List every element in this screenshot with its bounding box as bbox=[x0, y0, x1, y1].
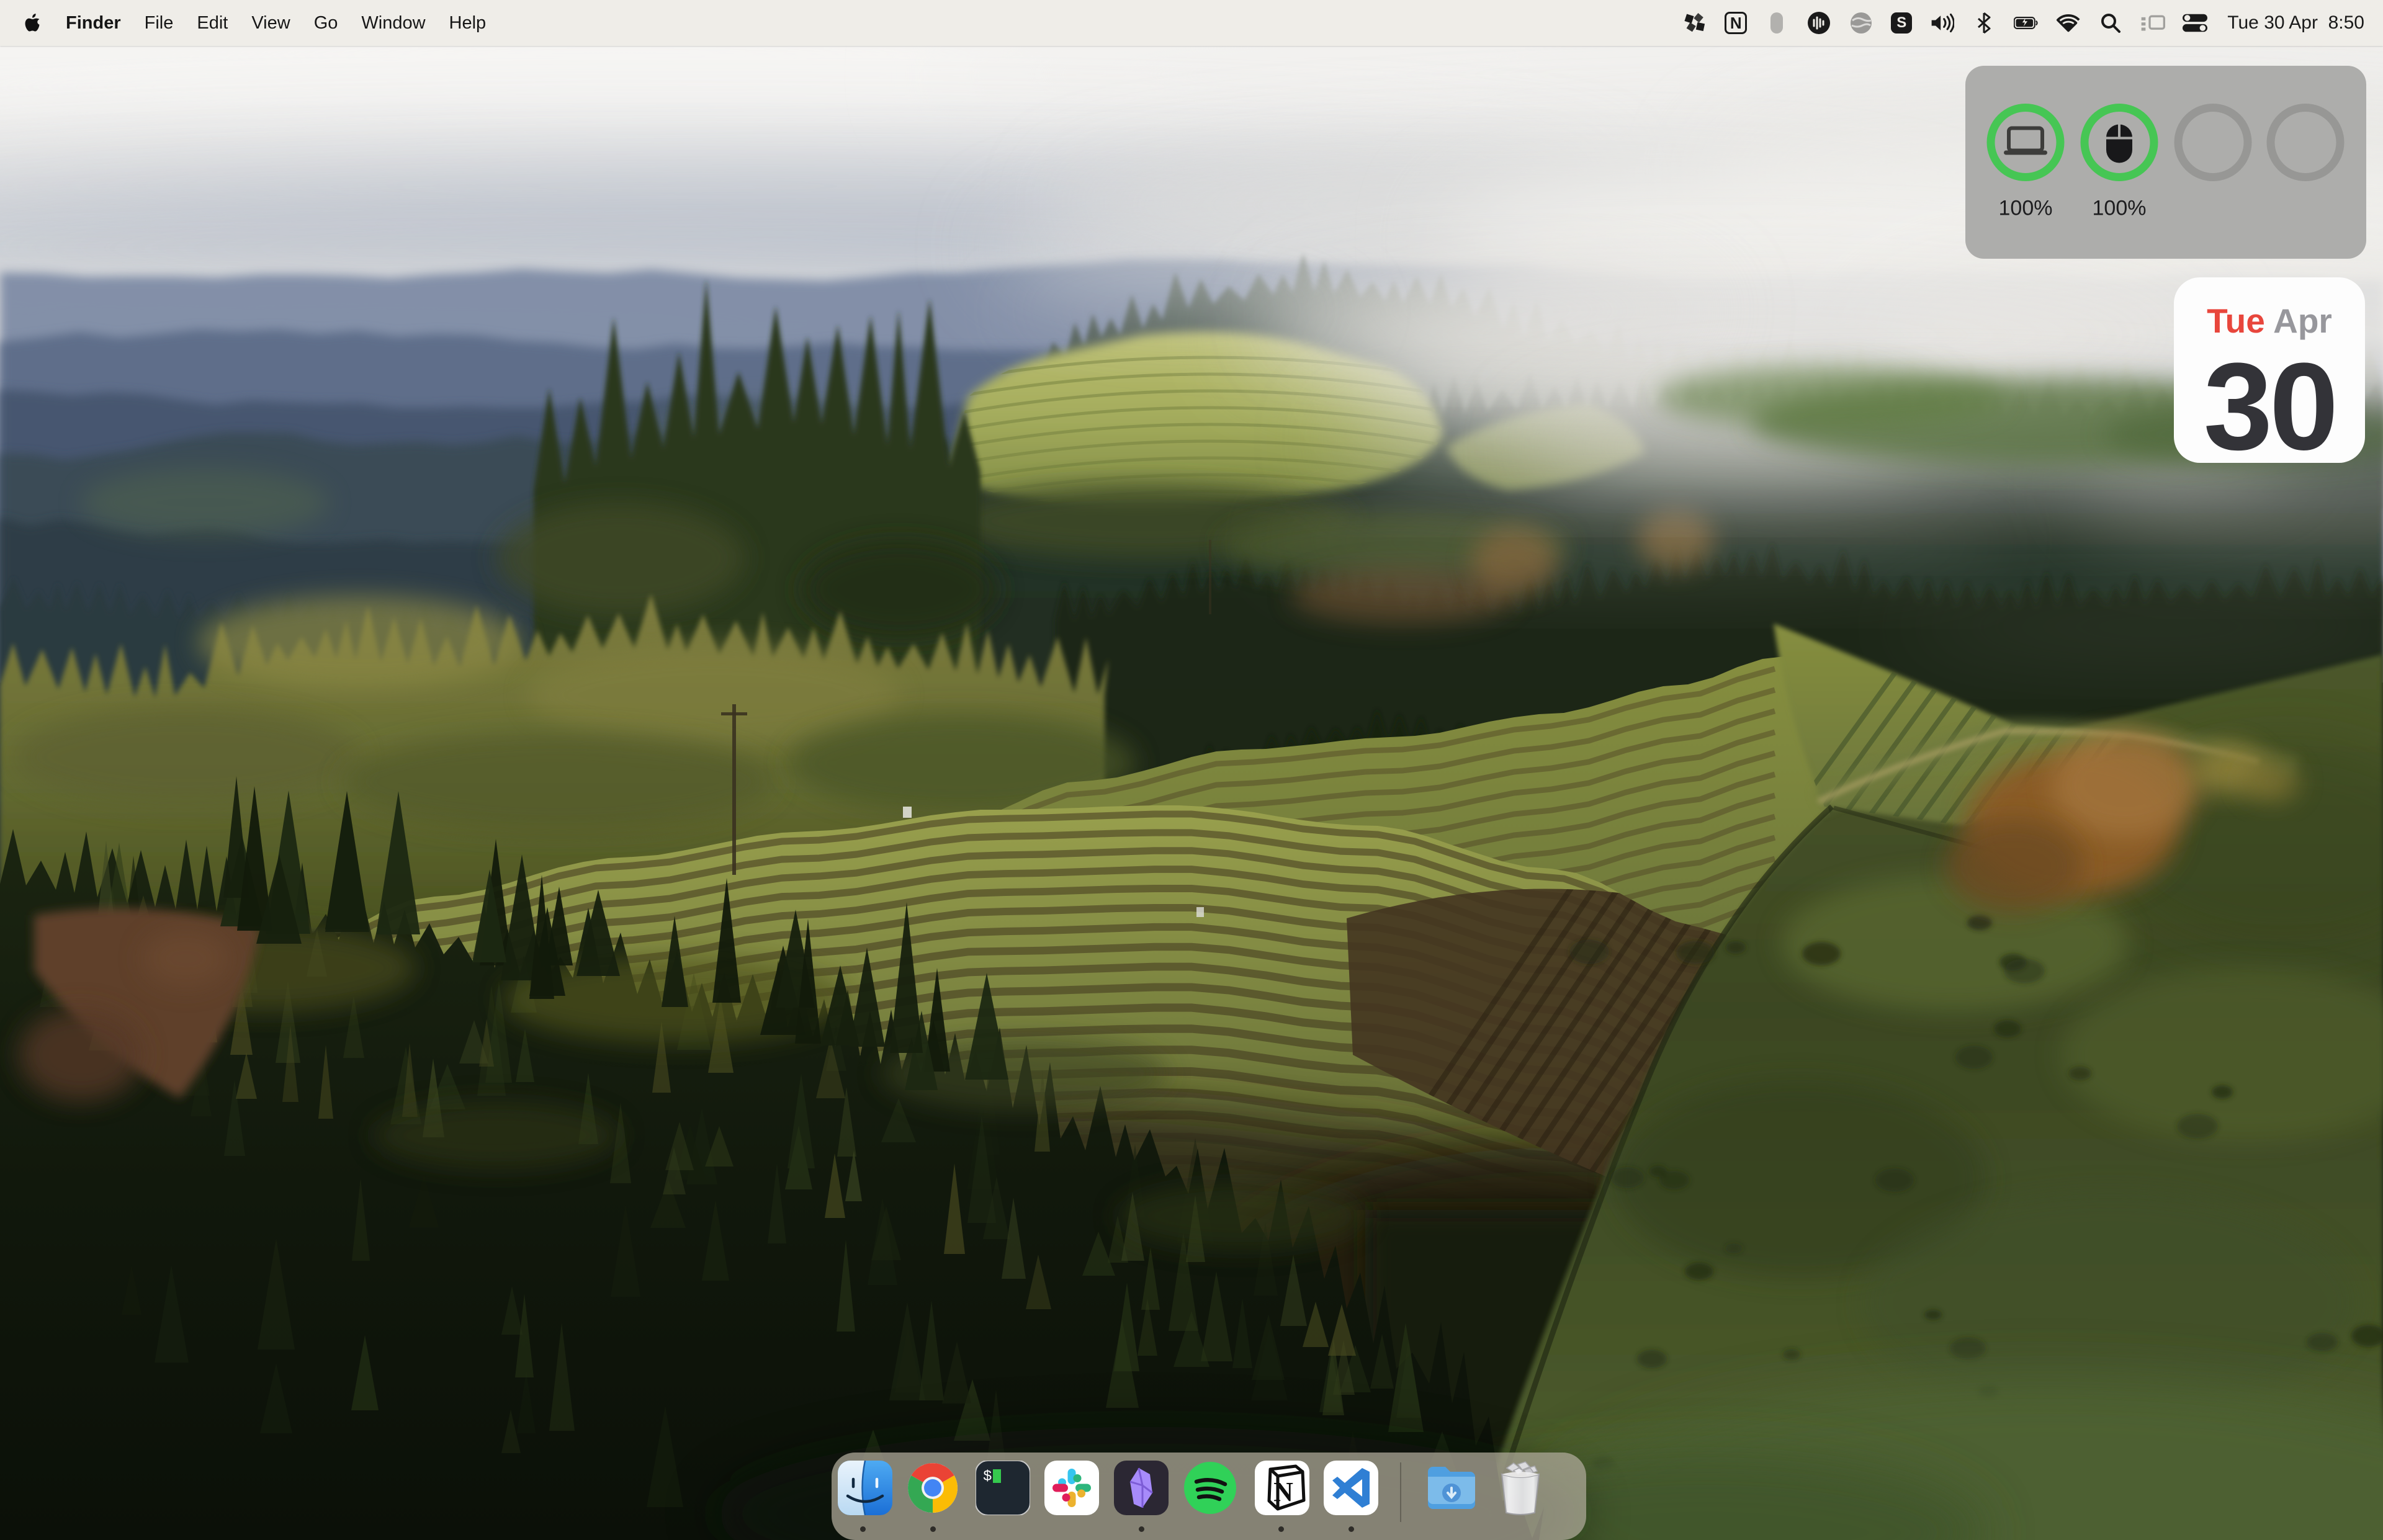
svg-text:$: $ bbox=[983, 1469, 992, 1485]
svg-text:N: N bbox=[1273, 1477, 1293, 1507]
